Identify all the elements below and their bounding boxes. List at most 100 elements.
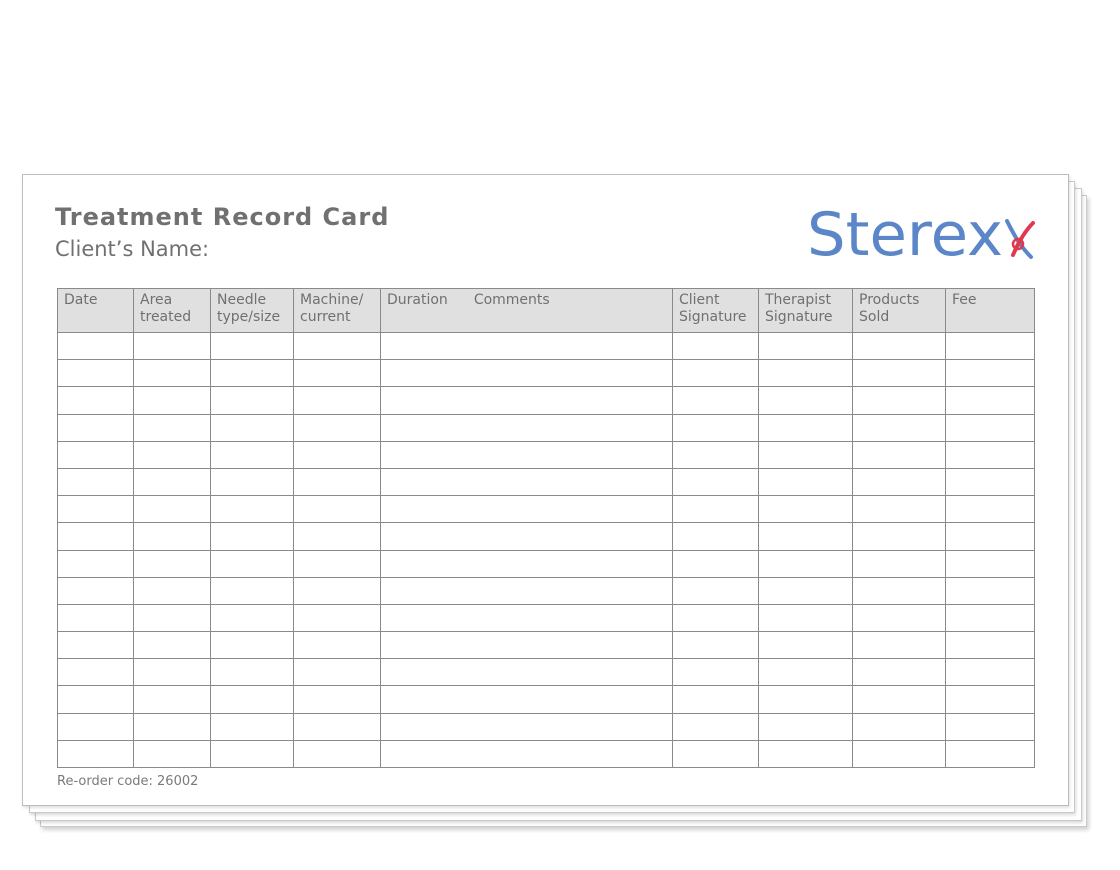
- table-cell[interactable]: [945, 413, 1035, 442]
- table-cell[interactable]: [945, 359, 1035, 388]
- table-cell[interactable]: [293, 685, 381, 714]
- table-cell[interactable]: [293, 739, 381, 769]
- table-cell[interactable]: [293, 658, 381, 687]
- table-cell[interactable]: [852, 522, 946, 551]
- table-cell[interactable]: [57, 467, 134, 497]
- table-cell[interactable]: [852, 712, 946, 741]
- table-cell[interactable]: [672, 739, 759, 769]
- table-cell[interactable]: [945, 603, 1035, 633]
- table-cell[interactable]: [380, 413, 673, 442]
- table-cell[interactable]: [210, 603, 294, 633]
- table-cell[interactable]: [210, 685, 294, 714]
- table-cell[interactable]: [380, 331, 673, 361]
- table-cell[interactable]: [210, 440, 294, 469]
- table-cell[interactable]: [293, 467, 381, 497]
- table-cell[interactable]: [672, 495, 759, 524]
- table-cell[interactable]: [57, 712, 134, 741]
- table-cell[interactable]: [945, 631, 1035, 660]
- table-cell[interactable]: [133, 522, 211, 551]
- table-cell[interactable]: [852, 440, 946, 469]
- table-cell[interactable]: [758, 576, 853, 605]
- table-cell[interactable]: [57, 440, 134, 469]
- table-cell[interactable]: [945, 495, 1035, 524]
- table-cell[interactable]: [210, 631, 294, 660]
- table-cell[interactable]: [672, 440, 759, 469]
- table-cell[interactable]: [293, 359, 381, 388]
- table-cell[interactable]: [57, 549, 134, 578]
- table-cell[interactable]: [133, 495, 211, 524]
- table-cell[interactable]: [210, 495, 294, 524]
- table-cell[interactable]: [380, 685, 673, 714]
- table-cell[interactable]: [57, 359, 134, 388]
- table-cell[interactable]: [380, 549, 673, 578]
- table-cell[interactable]: [945, 467, 1035, 497]
- table-cell[interactable]: [852, 386, 946, 415]
- table-cell[interactable]: [57, 386, 134, 415]
- table-cell[interactable]: [133, 467, 211, 497]
- table-cell[interactable]: [293, 576, 381, 605]
- table-cell[interactable]: [57, 495, 134, 524]
- table-cell[interactable]: [57, 658, 134, 687]
- table-cell[interactable]: [210, 467, 294, 497]
- table-cell[interactable]: [57, 331, 134, 361]
- table-cell[interactable]: [945, 658, 1035, 687]
- table-cell[interactable]: [672, 549, 759, 578]
- table-cell[interactable]: [293, 603, 381, 633]
- table-cell[interactable]: [380, 467, 673, 497]
- table-cell[interactable]: [210, 712, 294, 741]
- table-cell[interactable]: [852, 495, 946, 524]
- table-cell[interactable]: [672, 331, 759, 361]
- table-cell[interactable]: [945, 739, 1035, 769]
- table-cell[interactable]: [380, 522, 673, 551]
- table-cell[interactable]: [758, 631, 853, 660]
- table-cell[interactable]: [380, 576, 673, 605]
- table-cell[interactable]: [945, 576, 1035, 605]
- table-cell[interactable]: [945, 712, 1035, 741]
- table-cell[interactable]: [852, 331, 946, 361]
- table-cell[interactable]: [852, 549, 946, 578]
- table-cell[interactable]: [672, 658, 759, 687]
- table-cell[interactable]: [758, 331, 853, 361]
- table-cell[interactable]: [758, 658, 853, 687]
- table-cell[interactable]: [293, 413, 381, 442]
- table-cell[interactable]: [852, 658, 946, 687]
- table-cell[interactable]: [758, 522, 853, 551]
- table-cell[interactable]: [293, 331, 381, 361]
- table-cell[interactable]: [210, 658, 294, 687]
- table-cell[interactable]: [758, 685, 853, 714]
- table-cell[interactable]: [672, 522, 759, 551]
- table-cell[interactable]: [293, 440, 381, 469]
- table-cell[interactable]: [852, 739, 946, 769]
- table-cell[interactable]: [293, 712, 381, 741]
- table-cell[interactable]: [210, 549, 294, 578]
- table-cell[interactable]: [672, 712, 759, 741]
- table-cell[interactable]: [293, 495, 381, 524]
- table-cell[interactable]: [133, 658, 211, 687]
- table-cell[interactable]: [210, 413, 294, 442]
- table-cell[interactable]: [210, 576, 294, 605]
- table-cell[interactable]: [57, 631, 134, 660]
- table-cell[interactable]: [293, 631, 381, 660]
- table-cell[interactable]: [210, 739, 294, 769]
- table-cell[interactable]: [133, 440, 211, 469]
- table-cell[interactable]: [852, 603, 946, 633]
- table-cell[interactable]: [210, 331, 294, 361]
- table-cell[interactable]: [293, 549, 381, 578]
- table-cell[interactable]: [758, 603, 853, 633]
- table-cell[interactable]: [672, 685, 759, 714]
- table-cell[interactable]: [380, 712, 673, 741]
- table-cell[interactable]: [293, 522, 381, 551]
- table-cell[interactable]: [672, 576, 759, 605]
- table-cell[interactable]: [758, 386, 853, 415]
- table-cell[interactable]: [133, 712, 211, 741]
- table-cell[interactable]: [57, 739, 134, 769]
- table-cell[interactable]: [133, 549, 211, 578]
- table-cell[interactable]: [380, 631, 673, 660]
- table-cell[interactable]: [758, 712, 853, 741]
- table-cell[interactable]: [210, 386, 294, 415]
- table-cell[interactable]: [672, 603, 759, 633]
- table-cell[interactable]: [133, 739, 211, 769]
- table-cell[interactable]: [758, 739, 853, 769]
- table-cell[interactable]: [852, 576, 946, 605]
- table-cell[interactable]: [57, 576, 134, 605]
